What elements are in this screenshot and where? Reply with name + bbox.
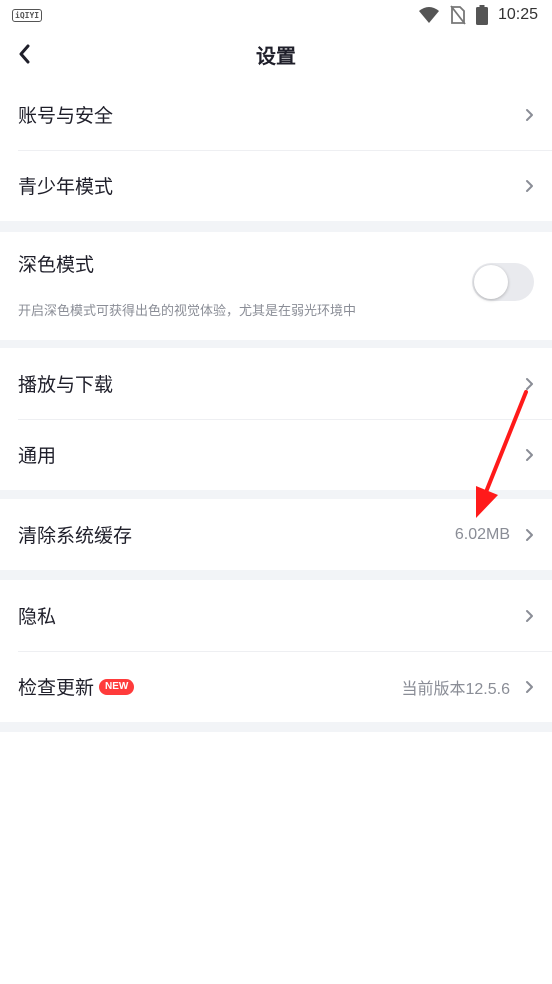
misc-section: 隐私 检查更新 NEW 当前版本12.5.6 [0,580,552,722]
page-header: 设置 [0,30,552,78]
version-value: 当前版本12.5.6 [401,680,511,698]
chevron-right-icon [526,528,533,541]
playback-section: 播放与下载 通用 [0,348,552,490]
playback-download-row[interactable]: 播放与下载 [0,348,552,419]
cache-section: 清除系统缓存 6.02MB [0,499,552,570]
section-gap [0,570,552,580]
chevron-right-icon [526,609,533,622]
no-sim-icon [450,5,466,25]
row-label: 播放与下载 [18,374,114,396]
teen-mode-row[interactable]: 青少年模式 [0,150,552,221]
back-button[interactable] [12,40,36,68]
new-badge: NEW [99,678,135,695]
row-label: 清除系统缓存 [18,525,133,547]
chevron-right-icon [526,108,533,121]
chevron-right-icon [526,448,533,461]
status-time: 10:25 [497,6,538,23]
row-label: 账号与安全 [18,105,114,127]
account-security-row[interactable]: 账号与安全 [0,79,552,150]
back-chevron-icon [19,44,30,64]
battery-icon [475,5,488,25]
row-label: 隐私 [18,606,57,628]
chevron-right-icon [526,377,533,390]
row-label: 青少年模式 [18,176,114,198]
dark-mode-title: 深色模式 [18,254,95,276]
dark-mode-description: 开启深色模式可获得出色的视觉体验，尤其是在弱光环境中 [18,304,357,319]
toggle-knob [474,265,508,299]
privacy-row[interactable]: 隐私 [0,580,552,651]
wifi-icon [418,7,439,23]
chevron-right-icon [526,680,533,693]
check-update-row[interactable]: 检查更新 NEW 当前版本12.5.6 [0,651,552,722]
dark-mode-section: 深色模式 开启深色模式可获得出色的视觉体验，尤其是在弱光环境中 [0,232,552,340]
dark-mode-toggle[interactable] [472,263,534,301]
row-label: 通用 [18,445,57,467]
section-gap [0,221,552,232]
page-title: 设置 [256,43,296,68]
general-row[interactable]: 通用 [0,419,552,490]
dark-mode-row: 深色模式 开启深色模式可获得出色的视觉体验，尤其是在弱光环境中 [0,232,552,340]
cache-size-value: 6.02MB [454,525,510,543]
section-gap [0,722,552,732]
account-section: 账号与安全 青少年模式 [0,79,552,221]
chevron-right-icon [526,179,533,192]
clear-cache-row[interactable]: 清除系统缓存 6.02MB [0,499,552,570]
app-notification-icon: iQIYI [12,8,43,22]
row-label: 检查更新 [18,677,95,699]
status-bar: iQIYI 10:25 [0,0,552,30]
section-gap [0,490,552,499]
section-gap [0,340,552,348]
